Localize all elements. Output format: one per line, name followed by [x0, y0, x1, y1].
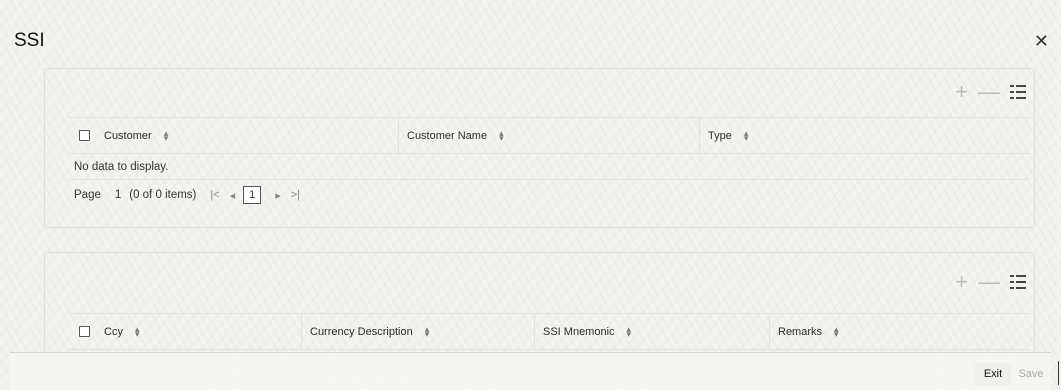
sort-icon[interactable]: ▴ ▾	[744, 128, 749, 142]
delete-row-button[interactable]: —	[978, 271, 1000, 293]
items-count: (0 of 0 items)	[129, 189, 197, 201]
window-title: SSI	[14, 30, 45, 51]
currency-panel: + — Ccy ▴ ▾ Currency Description ▴ ▾ SSI M…	[44, 252, 1035, 352]
last-page-icon[interactable]: >|	[291, 189, 300, 201]
previous-page-icon[interactable]: ◂	[230, 189, 236, 202]
column-type: Type ▴ ▾	[699, 118, 1029, 153]
column-label: Currency Description	[310, 325, 413, 338]
sort-icon[interactable]: ▴ ▾	[627, 324, 632, 338]
close-icon[interactable]: ✕	[1034, 32, 1049, 50]
select-all-checkbox[interactable]	[79, 326, 90, 337]
page-label: Page	[74, 189, 101, 201]
column-label: Type	[708, 129, 732, 142]
list-view-icon[interactable]	[1010, 274, 1026, 290]
column-currency-description: Currency Description ▴ ▾	[301, 314, 534, 349]
column-label: Customer	[104, 129, 152, 142]
column-label: Remarks	[778, 325, 823, 338]
sort-icon[interactable]: ▴ ▾	[164, 128, 169, 142]
add-row-button[interactable]: +	[955, 81, 968, 103]
column-customer-name: Customer Name ▴ ▾	[398, 118, 699, 153]
grid2-toolbar: + —	[946, 271, 1026, 293]
column-label: Customer Name	[407, 129, 488, 142]
grid1-toolbar: + —	[946, 81, 1026, 103]
list-view-icon[interactable]	[1010, 84, 1026, 100]
ssi-grid: Ccy ▴ ▾ Currency Description ▴ ▾ SSI Mnemo…	[68, 313, 1029, 350]
select-all-checkbox[interactable]	[79, 130, 90, 141]
sort-icon[interactable]: ▴ ▾	[425, 324, 430, 338]
next-page-icon[interactable]: ▸	[275, 189, 281, 202]
sort-icon[interactable]: ▴ ▾	[834, 324, 839, 338]
customer-grid: Customer ▴ ▾ Customer Name ▴ ▾ Type ▴ ▾ No …	[68, 117, 1029, 210]
first-page-icon[interactable]: |<	[210, 189, 219, 201]
current-page-button[interactable]: 1	[243, 186, 262, 204]
column-label: Ccy	[104, 325, 123, 338]
grid-header: Ccy ▴ ▾ Currency Description ▴ ▾ SSI Mnemo…	[68, 314, 1029, 350]
customer-panel: + — Customer ▴ ▾ Customer Name ▴ ▾ Type ▴ ▾…	[44, 68, 1035, 228]
delete-row-button[interactable]: —	[978, 81, 1000, 103]
exit-button[interactable]: Exit	[975, 363, 1011, 385]
sort-icon[interactable]: ▴ ▾	[499, 128, 504, 142]
column-ssi-mnemonic: SSI Mnemonic ▴ ▾	[534, 314, 769, 349]
text-cursor	[1058, 361, 1059, 385]
page-number: 1	[114, 189, 122, 201]
empty-message: No data to display.	[68, 154, 1029, 180]
sort-icon[interactable]: ▴ ▾	[135, 324, 140, 338]
column-customer: Customer ▴ ▾	[68, 118, 398, 153]
save-button[interactable]: Save	[1013, 363, 1049, 385]
column-label: SSI Mnemonic	[543, 325, 615, 338]
column-ccy: Ccy ▴ ▾	[68, 314, 301, 349]
column-remarks: Remarks ▴ ▾	[769, 314, 1029, 349]
pagination: Page 1 (0 of 0 items) |< ◂ 1 ▸ >|	[68, 180, 1029, 210]
grid-header: Customer ▴ ▾ Customer Name ▴ ▾ Type ▴ ▾	[68, 118, 1029, 154]
add-row-button[interactable]: +	[955, 271, 968, 293]
footer-bar: Exit Save	[10, 352, 1059, 390]
